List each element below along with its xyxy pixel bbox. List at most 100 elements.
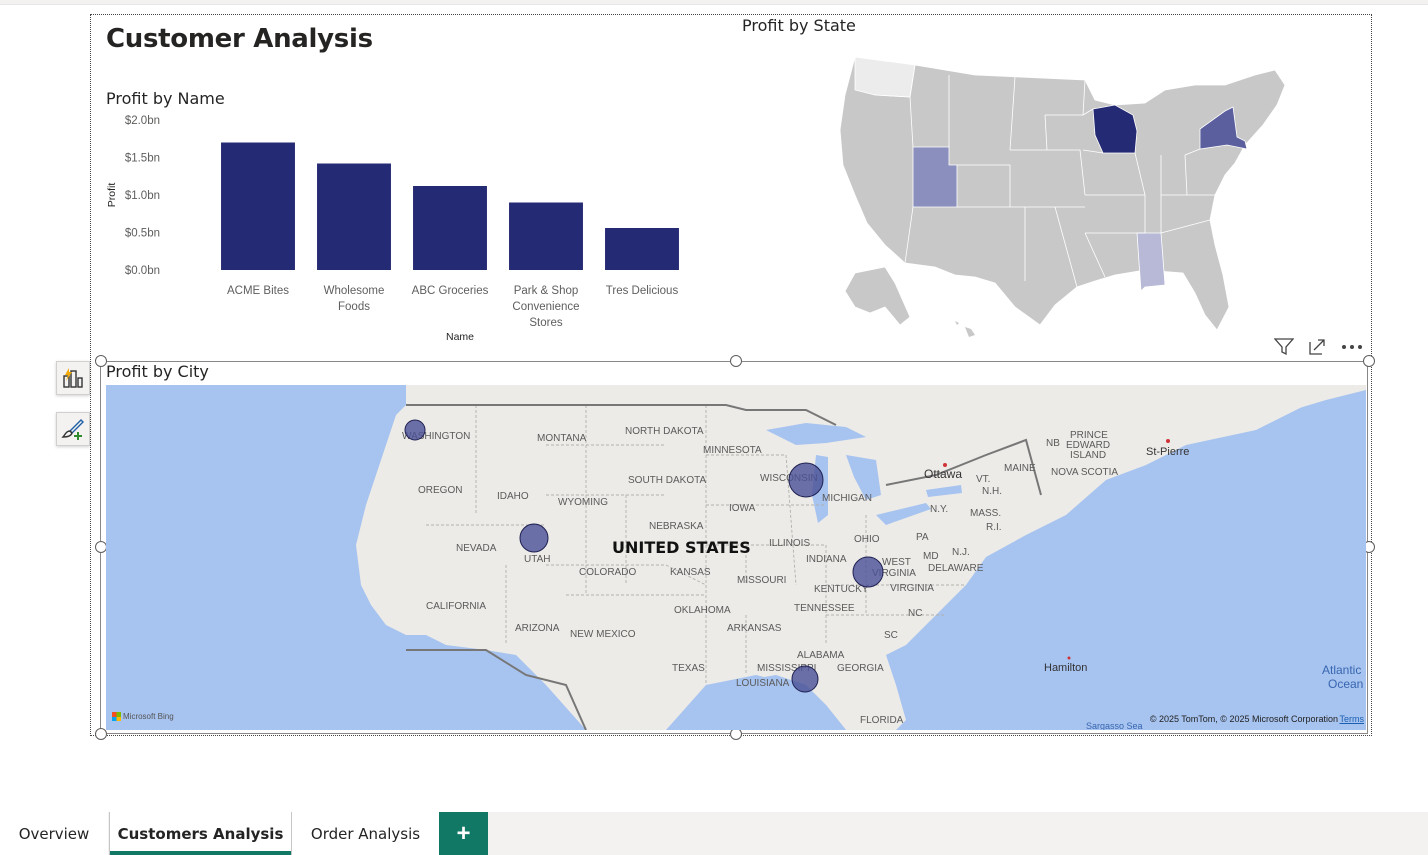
profit-by-city-map[interactable]: WASHINGTON MONTANA NORTH DAKOTA MINNESOT… xyxy=(106,385,1366,730)
y-tick-label: $2.0bn xyxy=(125,115,160,127)
bar[interactable] xyxy=(605,228,679,270)
label-michigan: MICHIGAN xyxy=(822,493,872,504)
label-south-dakota: SOUTH DAKOTA xyxy=(628,475,706,486)
resize-handle-top[interactable] xyxy=(730,355,742,367)
label-nj: N.J. xyxy=(952,547,970,558)
label-tennessee: TENNESSEE xyxy=(794,603,855,614)
label-mass: MASS. xyxy=(970,508,1001,519)
state-map-title: Profit by State xyxy=(742,16,856,35)
chart-lightning-icon xyxy=(63,368,83,388)
resize-handle-top-right[interactable] xyxy=(1363,355,1375,367)
bar[interactable] xyxy=(509,202,583,271)
filter-icon[interactable] xyxy=(1272,336,1296,358)
label-nebraska: NEBRASKA xyxy=(649,521,704,532)
quick-insights-button[interactable] xyxy=(56,361,90,395)
label-delaware: DELAWARE xyxy=(928,563,984,574)
label-ottawa: Ottawa xyxy=(924,467,962,481)
city-map-title: Profit by City xyxy=(106,362,209,381)
top-rule xyxy=(0,0,1428,5)
x-tick-label: Wholesome Foods xyxy=(324,285,385,313)
y-tick-label: $1.5bn xyxy=(125,153,160,165)
more-options-icon[interactable] xyxy=(1340,336,1364,358)
label-minnesota: MINNESOTA xyxy=(703,445,762,456)
x-tick-label: ACME Bites xyxy=(227,285,289,297)
label-alabama: ALABAMA xyxy=(797,650,845,661)
label-kansas: KANSAS xyxy=(670,567,711,578)
label-nova-scotia: NOVA SCOTIA xyxy=(1051,467,1118,478)
x-axis-title: Name xyxy=(446,331,474,343)
bubble-seattle xyxy=(404,419,426,441)
label-md: MD xyxy=(923,551,939,562)
label-idaho: IDAHO xyxy=(497,491,529,502)
tab-overview[interactable]: Overview xyxy=(0,812,108,855)
label-new-mexico: NEW MEXICO xyxy=(570,629,636,640)
profit-by-state-map[interactable] xyxy=(815,45,1305,345)
label-atlantic: Atlantic xyxy=(1322,663,1361,677)
label-st-pierre: St-Pierre xyxy=(1146,446,1189,458)
label-sc: SC xyxy=(884,630,898,641)
x-tick-label: ABC Groceries xyxy=(412,285,489,297)
us-mainland xyxy=(839,56,1286,331)
profit-by-name-chart[interactable]: $0.0bn $0.5bn $1.0bn $1.5bn $2.0bn Profit ACME… xyxy=(100,110,700,350)
label-oregon: OREGON xyxy=(418,485,462,496)
focus-mode-icon[interactable] xyxy=(1306,336,1330,358)
bar[interactable] xyxy=(413,186,487,270)
bubble-utah xyxy=(519,523,549,553)
label-pei3: ISLAND xyxy=(1070,450,1106,461)
label-hamilton: Hamilton xyxy=(1044,662,1087,674)
label-ohio: OHIO xyxy=(854,534,880,545)
state-washington xyxy=(854,56,916,98)
map-copyright: © 2025 TomTom, © 2025 Microsoft Corporat… xyxy=(1149,714,1338,724)
label-nh: N.H. xyxy=(982,486,1002,497)
map-terms-link[interactable]: Terms xyxy=(1340,714,1365,724)
label-louisiana: LOUISIANA xyxy=(736,678,790,689)
state-alabama xyxy=(1136,232,1166,292)
bubble-alabama xyxy=(791,665,819,693)
bar-chart-title: Profit by Name xyxy=(106,89,225,108)
visual-header xyxy=(1272,336,1364,358)
label-montana: MONTANA xyxy=(537,433,587,444)
label-nb: NB xyxy=(1046,438,1060,449)
bar[interactable] xyxy=(221,142,295,271)
label-west: WEST xyxy=(882,557,911,568)
label-utah: UTAH xyxy=(524,554,550,565)
label-illinois: ILLINOIS xyxy=(769,538,810,549)
label-georgia: GEORGIA xyxy=(837,663,884,674)
y-tick-label: $0.0bn xyxy=(125,265,160,277)
label-pa: PA xyxy=(916,532,929,543)
label-arizona: ARIZONA xyxy=(515,623,560,634)
label-ny: N.Y. xyxy=(930,504,948,515)
tab-customers-analysis[interactable]: Customers Analysis xyxy=(109,812,292,855)
microsoft-bing-logo: Microsoft Bing xyxy=(112,712,174,721)
label-iowa: IOWA xyxy=(729,503,756,514)
label-united-states: UNITED STATES xyxy=(612,538,751,557)
label-california: CALIFORNIA xyxy=(426,601,486,612)
label-kentucky: KENTUCKY xyxy=(814,584,869,595)
paintbrush-add-icon xyxy=(61,419,84,440)
tab-order-analysis[interactable]: Order Analysis xyxy=(292,812,439,855)
report-title: Customer Analysis xyxy=(106,24,373,54)
label-wyoming: WYOMING xyxy=(558,497,608,508)
label-sargasso: Sargasso Sea xyxy=(1086,721,1143,730)
label-maine: MAINE xyxy=(1004,463,1036,474)
y-axis-title: Profit xyxy=(106,183,118,208)
bar[interactable] xyxy=(317,163,391,271)
label-vt: VT. xyxy=(976,474,990,485)
y-tick-label: $0.5bn xyxy=(125,228,160,240)
x-tick-label: Park & Shop Convenience Stores xyxy=(512,285,579,329)
label-colorado: COLORADO xyxy=(579,567,636,578)
add-page-button[interactable]: + xyxy=(439,812,488,855)
label-nc: NC xyxy=(908,608,922,619)
state-hawaii xyxy=(955,321,975,337)
label-ri: R.I. xyxy=(986,522,1002,533)
label-virginia: VIRGINIA xyxy=(890,583,934,594)
label-missouri: MISSOURI xyxy=(737,575,786,586)
bubble-virginia xyxy=(852,556,884,588)
format-visual-button[interactable] xyxy=(56,412,90,446)
bubble-wisconsin xyxy=(788,462,824,498)
y-tick-label: $1.0bn xyxy=(125,190,160,202)
x-tick-label: Tres Delicious xyxy=(606,285,679,297)
label-indiana: INDIANA xyxy=(806,554,847,565)
label-ocean: Ocean xyxy=(1328,677,1363,691)
label-oklahoma: OKLAHOMA xyxy=(674,605,731,616)
